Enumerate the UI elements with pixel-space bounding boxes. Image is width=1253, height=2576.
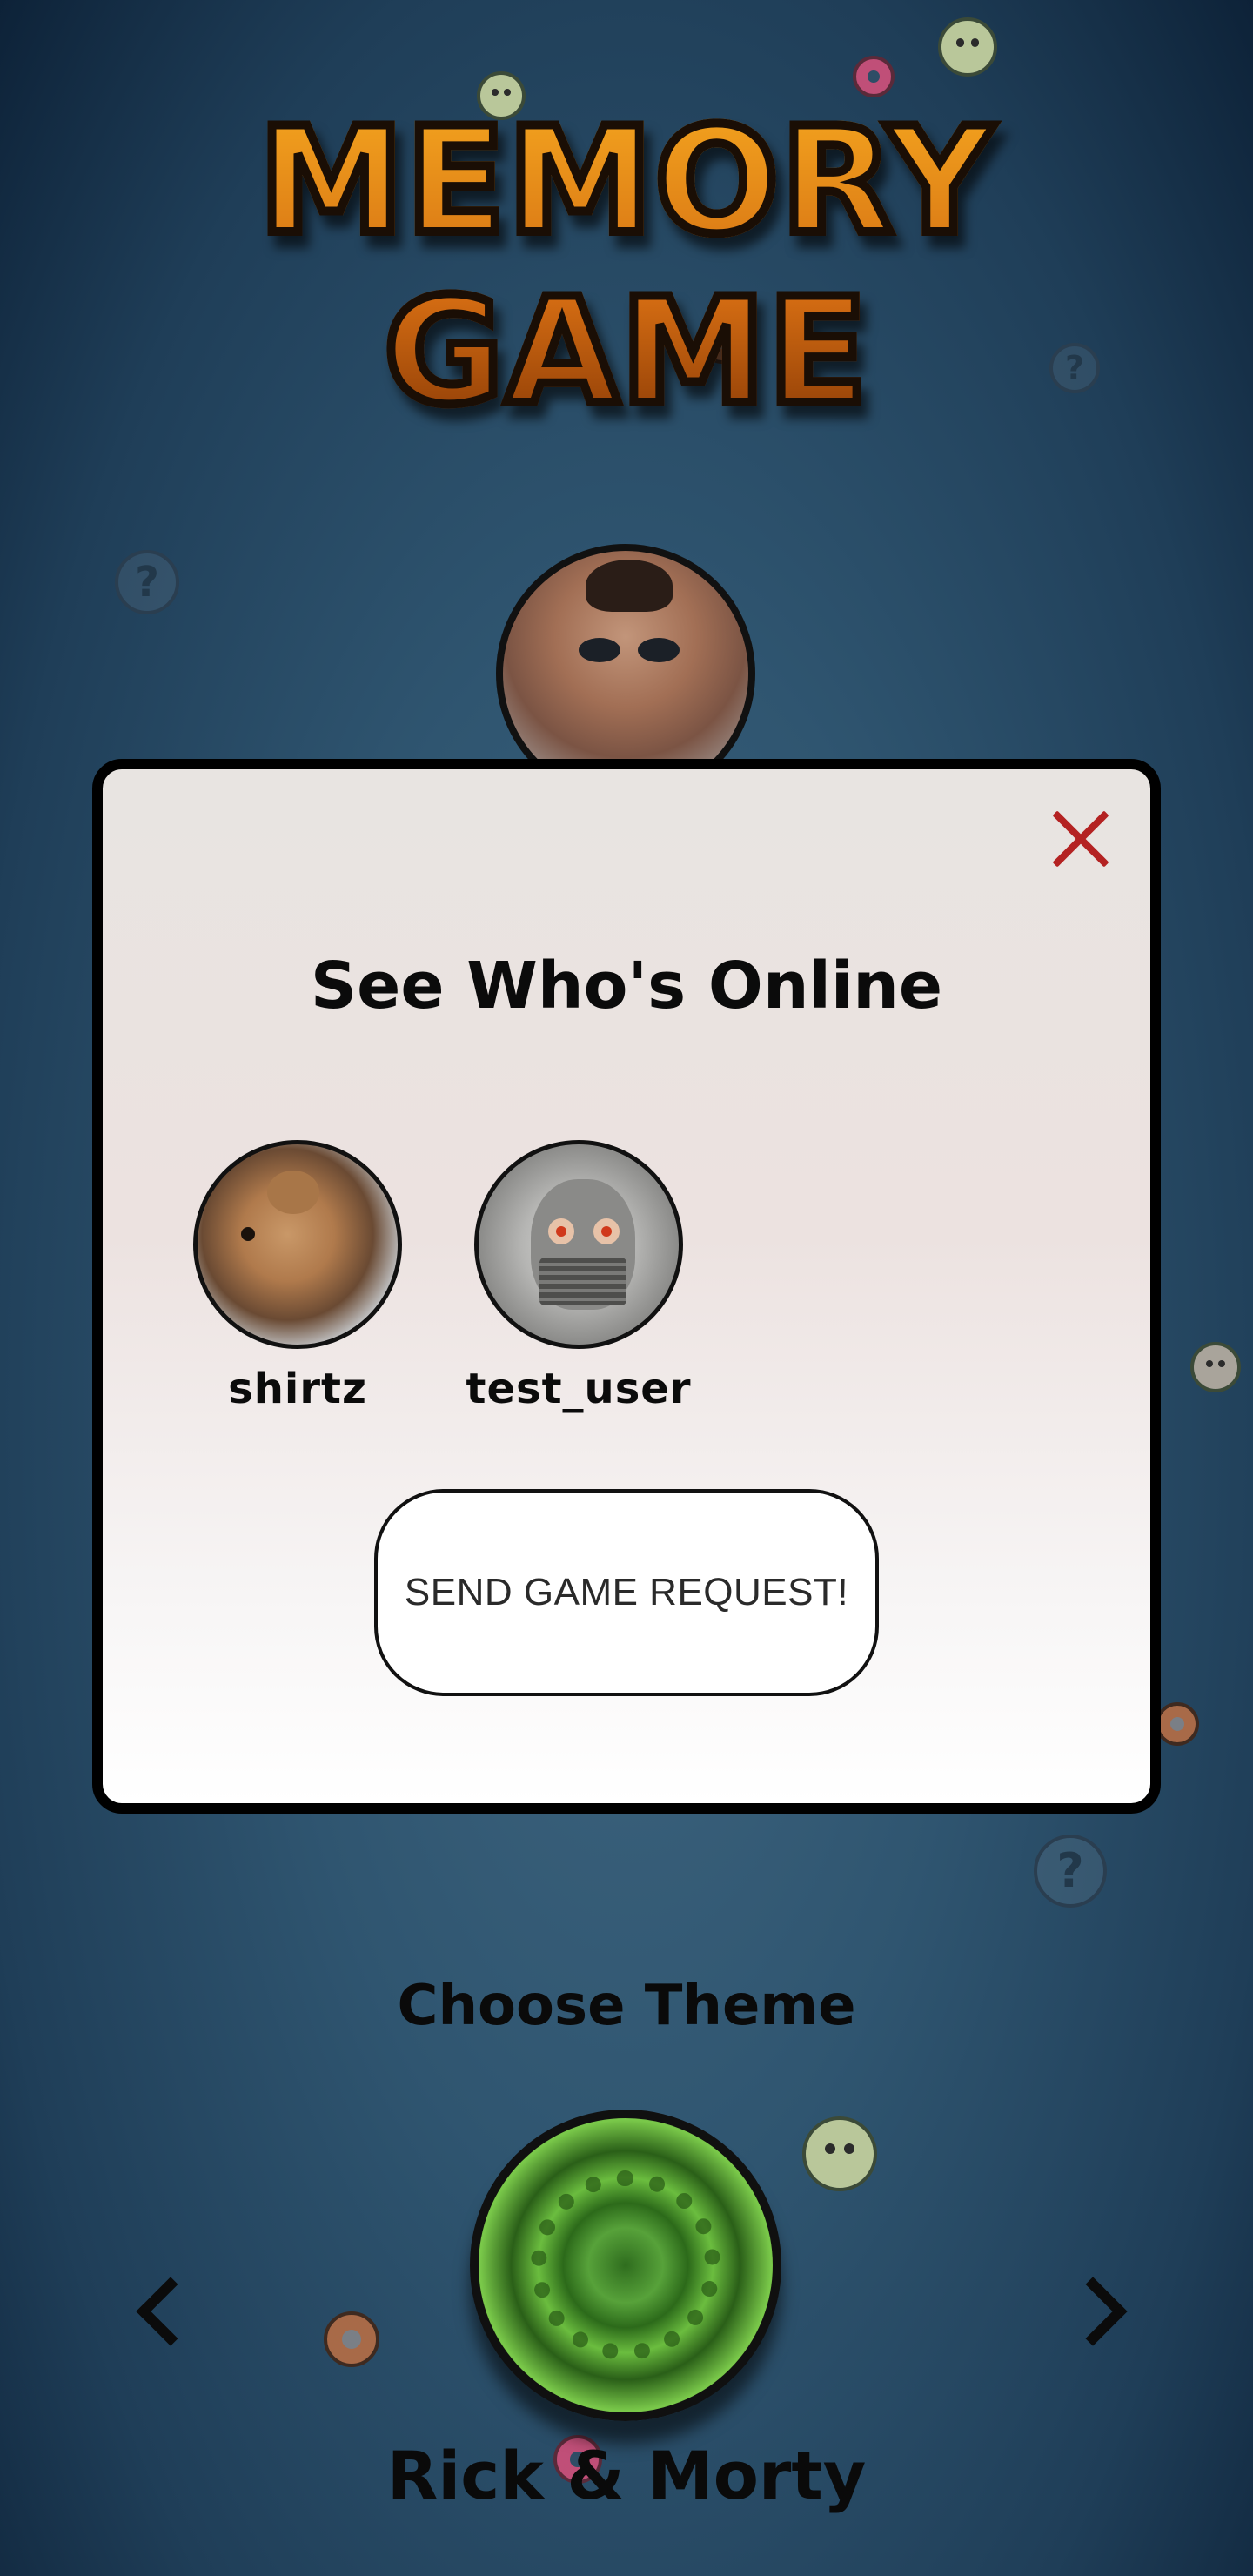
owl-eye — [593, 1218, 620, 1244]
decorative-face-bubble — [1190, 1342, 1241, 1392]
modal-title: See Who's Online — [310, 949, 943, 1023]
decorative-face-bubble — [802, 2116, 877, 2191]
user-name: shirtz — [228, 1365, 367, 1413]
avatar-sunglasses — [568, 638, 690, 662]
choose-theme-heading: Choose Theme — [397, 1974, 856, 2038]
decorative-donut-bubble — [853, 56, 895, 97]
app-title: MEMORY GAME — [0, 91, 1253, 441]
theme-portal-image[interactable] — [470, 2110, 781, 2421]
online-user-card[interactable]: shirtz — [184, 1140, 411, 1413]
send-game-request-button[interactable]: SEND GAME REQUEST! — [374, 1489, 879, 1696]
chevron-left-icon[interactable] — [136, 2277, 205, 2346]
decorative-cookie-bubble — [324, 2311, 379, 2367]
decorative-question-bubble: ? — [1034, 1835, 1107, 1908]
owl-eye — [548, 1218, 574, 1244]
user-avatar[interactable] — [474, 1140, 683, 1349]
close-icon[interactable] — [1044, 802, 1117, 875]
decorative-question-bubble: ? — [115, 550, 179, 614]
online-user-card[interactable]: test_user — [466, 1140, 692, 1413]
decorative-face-bubble — [938, 17, 997, 77]
decorative-cookie-bubble — [1156, 1702, 1199, 1746]
owl-stripes — [539, 1258, 626, 1305]
dog-ear — [267, 1171, 319, 1214]
theme-name: Rick & Morty — [386, 2437, 867, 2514]
dog-eye — [241, 1227, 255, 1241]
user-avatar[interactable] — [193, 1140, 402, 1349]
user-name: test_user — [466, 1365, 692, 1413]
avatar-hair — [586, 560, 673, 612]
chevron-right-icon[interactable] — [1058, 2277, 1128, 2346]
